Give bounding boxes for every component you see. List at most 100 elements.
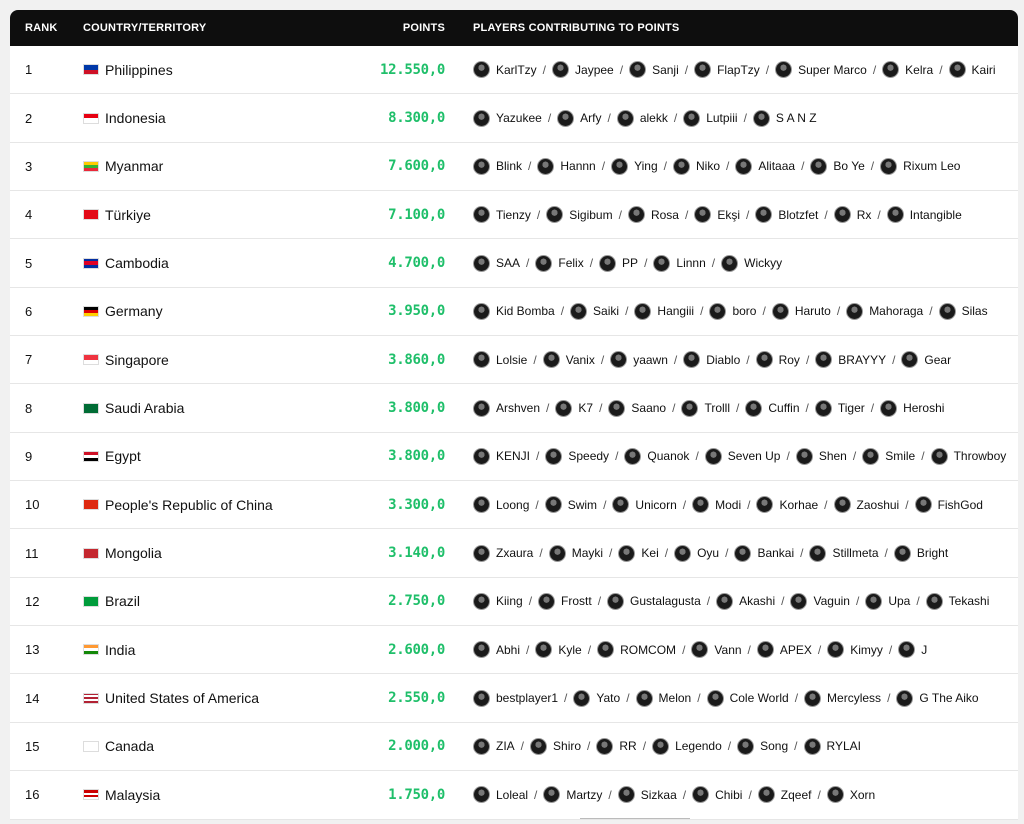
player-link[interactable]: Heroshi bbox=[880, 399, 944, 417]
player-link[interactable]: Roy bbox=[755, 351, 800, 369]
player-link[interactable]: BRAYYY bbox=[815, 351, 886, 369]
player-link[interactable]: Gustalagusta bbox=[607, 592, 701, 610]
player-link[interactable]: Vaguin bbox=[790, 592, 850, 610]
table-row[interactable]: 13 India 2.600,0 Abhi / Kyle / ROMCOM / Vann / APEX… bbox=[10, 626, 1018, 675]
table-row[interactable]: 4 Türkiye 7.100,0 Tienzy / Sigibum / Rosa / Ekşi /… bbox=[10, 191, 1018, 240]
player-link[interactable]: Rixum Leo bbox=[880, 157, 960, 175]
player-link[interactable]: Blotzfet bbox=[755, 206, 818, 224]
player-link[interactable]: FishGod bbox=[914, 496, 983, 514]
player-link[interactable]: Speedy bbox=[545, 447, 609, 465]
player-link[interactable]: Mayki bbox=[548, 544, 603, 562]
player-link[interactable]: Sigibum bbox=[546, 206, 613, 224]
player-link[interactable]: Ekşi bbox=[694, 206, 740, 224]
player-link[interactable]: Kid Bomba bbox=[473, 302, 555, 320]
player-link[interactable]: Felix bbox=[535, 254, 584, 272]
player-link[interactable]: Diablo bbox=[683, 351, 740, 369]
table-row[interactable]: 8 Saudi Arabia 3.800,0 Arshven / K7 / Saano / Tro… bbox=[10, 384, 1018, 433]
player-link[interactable]: KarlTzy bbox=[473, 61, 537, 79]
player-link[interactable]: Korhae bbox=[756, 496, 818, 514]
player-link[interactable]: Vann bbox=[691, 641, 742, 659]
table-row[interactable]: 15 Canada 2.000,0 ZIA / Shiro / RR / Legendo / Song… bbox=[10, 723, 1018, 772]
player-link[interactable]: Silas bbox=[938, 302, 988, 320]
player-link[interactable]: Hangiii bbox=[634, 302, 694, 320]
player-link[interactable]: Saano bbox=[608, 399, 666, 417]
player-link[interactable]: Haruto bbox=[771, 302, 831, 320]
player-link[interactable]: Seven Up bbox=[704, 447, 780, 465]
player-link[interactable]: Linnn bbox=[653, 254, 706, 272]
player-link[interactable]: Martzy bbox=[543, 786, 602, 804]
player-link[interactable]: Cole World bbox=[706, 689, 789, 707]
table-row[interactable]: 2 Indonesia 8.300,0 Yazukee / Arfy / alekk / Lutp… bbox=[10, 94, 1018, 143]
player-link[interactable]: Bright bbox=[893, 544, 948, 562]
player-link[interactable]: Rx bbox=[833, 206, 871, 224]
player-link[interactable]: Tekashi bbox=[925, 592, 989, 610]
player-link[interactable]: Shiro bbox=[530, 737, 581, 755]
player-link[interactable]: Oyu bbox=[674, 544, 719, 562]
player-link[interactable]: S A N Z bbox=[752, 109, 817, 127]
player-link[interactable]: Sizkaa bbox=[617, 786, 677, 804]
player-link[interactable]: Intangible bbox=[886, 206, 962, 224]
player-link[interactable]: Super Marco bbox=[775, 61, 867, 79]
player-link[interactable]: Smile bbox=[862, 447, 915, 465]
player-link[interactable]: Gear bbox=[901, 351, 951, 369]
player-link[interactable]: G The Aiko bbox=[896, 689, 979, 707]
player-link[interactable]: Vanix bbox=[542, 351, 595, 369]
player-link[interactable]: Unicorn bbox=[612, 496, 677, 514]
player-link[interactable]: Ying bbox=[611, 157, 658, 175]
player-link[interactable]: KENJI bbox=[473, 447, 530, 465]
player-link[interactable]: Kairi bbox=[948, 61, 996, 79]
table-row[interactable]: 3 Myanmar 7.600,0 Blink / Hannn / Ying / Niko / Ali… bbox=[10, 143, 1018, 192]
player-link[interactable]: Song bbox=[737, 737, 788, 755]
player-link[interactable]: Kelra bbox=[882, 61, 933, 79]
player-link[interactable]: Kimyy bbox=[827, 641, 883, 659]
player-link[interactable]: Yato bbox=[573, 689, 620, 707]
player-link[interactable]: PP bbox=[599, 254, 638, 272]
player-link[interactable]: Mercyless bbox=[804, 689, 881, 707]
player-link[interactable]: Rosa bbox=[627, 206, 679, 224]
player-link[interactable]: FlapTzy bbox=[694, 61, 760, 79]
player-link[interactable]: yaawn bbox=[610, 351, 668, 369]
player-link[interactable]: Hannn bbox=[537, 157, 596, 175]
player-link[interactable]: SAA bbox=[473, 254, 520, 272]
player-link[interactable]: Upa bbox=[865, 592, 910, 610]
player-link[interactable]: ZIA bbox=[473, 737, 515, 755]
player-link[interactable]: boro bbox=[709, 302, 756, 320]
player-link[interactable]: Zxaura bbox=[473, 544, 533, 562]
player-link[interactable]: Mahoraga bbox=[846, 302, 923, 320]
player-link[interactable]: Throwboy bbox=[930, 447, 1006, 465]
player-link[interactable]: RR bbox=[596, 737, 637, 755]
player-link[interactable]: Sanji bbox=[629, 61, 679, 79]
player-link[interactable]: Akashi bbox=[716, 592, 775, 610]
player-link[interactable]: Cuffin bbox=[745, 399, 800, 417]
table-row[interactable]: 11 Mongolia 3.140,0 Zxaura / Mayki / Kei / Oyu / Ba… bbox=[10, 529, 1018, 578]
player-link[interactable]: Legendo bbox=[652, 737, 722, 755]
player-link[interactable]: Stillmeta bbox=[809, 544, 879, 562]
player-link[interactable]: Arshven bbox=[473, 399, 540, 417]
player-link[interactable]: bestplayer1 bbox=[473, 689, 558, 707]
player-link[interactable]: Saiki bbox=[570, 302, 619, 320]
player-link[interactable]: Lutpiii bbox=[683, 109, 738, 127]
player-link[interactable]: Melon bbox=[635, 689, 691, 707]
player-link[interactable]: Niko bbox=[673, 157, 720, 175]
player-link[interactable]: K7 bbox=[555, 399, 593, 417]
player-link[interactable]: Arfy bbox=[557, 109, 602, 127]
player-link[interactable]: J bbox=[898, 641, 927, 659]
player-link[interactable]: RYLAI bbox=[803, 737, 861, 755]
table-row[interactable]: 5 Cambodia 4.700,0 SAA / Felix / PP / Linnn / Wicky… bbox=[10, 239, 1018, 288]
player-link[interactable]: Zqeef bbox=[757, 786, 811, 804]
player-link[interactable]: Trolll bbox=[681, 399, 730, 417]
table-row[interactable]: 9 Egypt 3.800,0 KENJI / Speedy / Quanok / Seven U… bbox=[10, 433, 1018, 482]
player-link[interactable]: Chibi bbox=[692, 786, 742, 804]
player-link[interactable]: Swim bbox=[544, 496, 597, 514]
table-row[interactable]: 10 People's Republic of China 3.300,0 Loong… bbox=[10, 481, 1018, 530]
player-link[interactable]: Jaypee bbox=[552, 61, 614, 79]
player-link[interactable]: Alitaaa bbox=[735, 157, 795, 175]
player-link[interactable]: Kyle bbox=[535, 641, 582, 659]
player-link[interactable]: Yazukee bbox=[473, 109, 542, 127]
player-link[interactable]: Shen bbox=[795, 447, 847, 465]
player-link[interactable]: Zaoshui bbox=[833, 496, 899, 514]
table-row[interactable]: 14 United States of America 2.550,0 bestpla… bbox=[10, 674, 1018, 723]
player-link[interactable]: Wickyy bbox=[721, 254, 782, 272]
player-link[interactable]: ROMCOM bbox=[597, 641, 676, 659]
player-link[interactable]: Tienzy bbox=[473, 206, 531, 224]
